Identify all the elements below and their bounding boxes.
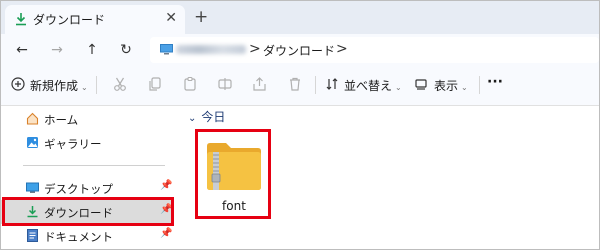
pin-icon: 📌 (160, 180, 173, 191)
new-tab-button[interactable]: + (194, 7, 208, 27)
cut-icon[interactable] (111, 75, 129, 93)
toolbar-divider (96, 76, 97, 94)
sidebar-item-documents[interactable]: ドキュメント 📌 (1, 224, 173, 248)
up-button[interactable]: ↑ (81, 39, 103, 61)
view-icon (415, 79, 427, 90)
more-options-button[interactable]: ··· (487, 74, 503, 90)
group-header-today[interactable]: ⌄ 今日 (188, 108, 225, 125)
breadcrumb-chevron-icon[interactable]: > (336, 41, 348, 57)
tab-downloads[interactable]: ダウンロード ✕ (5, 5, 185, 34)
sort-icon (326, 78, 338, 90)
share-icon[interactable] (251, 75, 269, 93)
back-button[interactable]: ← (11, 39, 33, 61)
copy-icon[interactable] (146, 75, 164, 93)
new-plus-icon (11, 77, 25, 91)
new-button[interactable]: 新規作成 ⌄ (30, 77, 88, 94)
gallery-icon (27, 137, 38, 148)
sort-button-label: 並べ替え (344, 79, 393, 93)
tab-label: ダウンロード (33, 13, 106, 27)
view-button[interactable]: 表示 ⌄ (434, 77, 468, 94)
refresh-button[interactable]: ↻ (115, 39, 137, 61)
chevron-down-icon: ⌄ (81, 83, 88, 92)
close-icon[interactable]: ✕ (165, 10, 177, 26)
rename-icon[interactable] (216, 75, 234, 93)
desktop-icon (26, 182, 39, 193)
toolbar-divider (479, 76, 480, 94)
this-pc-icon (160, 44, 173, 55)
delete-icon[interactable] (286, 75, 304, 93)
sort-button[interactable]: 並べ替え ⌄ (344, 77, 402, 94)
home-icon (26, 112, 39, 125)
command-bar: 新規作成 ⌄ 並べ替え ⌄ 表示 ⌄ ··· (1, 66, 599, 106)
highlight-box-sidebar-downloads (2, 197, 174, 226)
forward-button[interactable]: → (46, 39, 68, 61)
view-button-label: 表示 (434, 79, 459, 93)
navigation-bar: ← → ↑ ↻ > ダウンロード > (1, 34, 599, 66)
redacted-path-segment (176, 45, 246, 54)
highlight-box-file-font (195, 129, 271, 219)
sidebar-divider (23, 165, 165, 166)
toolbar-divider (315, 76, 316, 94)
file-explorer-window: ダウンロード ✕ + ← → ↑ ↻ > ダウンロード > 新規作成 ⌄ 並べ替… (0, 0, 600, 250)
breadcrumb-separator-icon: > (249, 41, 261, 57)
new-button-label: 新規作成 (30, 79, 79, 93)
chevron-down-icon: ⌄ (461, 83, 468, 92)
sidebar-item-label: ホーム (44, 113, 79, 127)
navigation-pane: ホーム ギャラリー デスクトップ 📌 ダウンロード � (1, 106, 173, 249)
chevron-down-icon: ⌄ (395, 83, 402, 92)
sidebar-item-gallery[interactable]: ギャラリー (1, 131, 173, 155)
paste-icon[interactable] (181, 75, 199, 93)
download-icon (16, 13, 26, 26)
address-bar[interactable]: > ダウンロード > (150, 37, 599, 63)
sidebar-item-home[interactable]: ホーム (1, 107, 173, 131)
sidebar-item-label: デスクトップ (44, 182, 113, 196)
chevron-down-icon: ⌄ (188, 113, 197, 124)
sidebar-item-label: ドキュメント (44, 230, 113, 244)
pin-icon: 📌 (160, 228, 173, 239)
sidebar-item-label: ギャラリー (44, 137, 102, 151)
documents-icon (27, 229, 38, 242)
tab-bar: ダウンロード ✕ + (1, 1, 599, 34)
breadcrumb-downloads[interactable]: ダウンロード (263, 42, 335, 59)
group-header-label: 今日 (201, 110, 226, 124)
